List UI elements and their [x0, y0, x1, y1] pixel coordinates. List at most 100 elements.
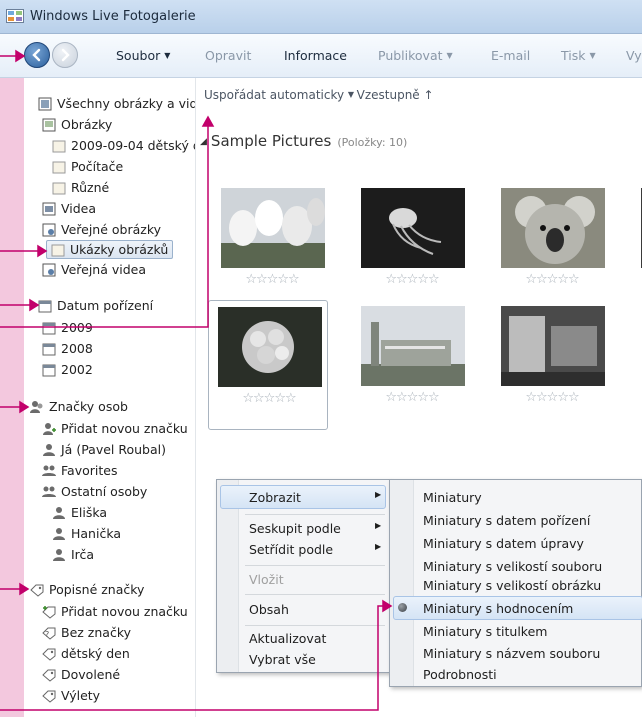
toolbar: Soubor ▼ Opravit Informace Publikovat ▼ E-…	[0, 34, 642, 78]
rating-stars[interactable]: ☆☆☆☆☆	[492, 272, 612, 287]
context-item-zobrazit[interactable]: Zobrazit ▶	[249, 490, 381, 505]
view-item-miniatury[interactable]: Miniatury	[423, 490, 482, 505]
nav-favorites[interactable]: Favorites	[42, 461, 117, 480]
people-group-icon	[42, 486, 56, 497]
folder-icon	[52, 161, 66, 173]
menu-publikovat[interactable]: Publikovat ▼	[378, 48, 453, 63]
no-tag-icon: ?	[42, 627, 56, 640]
nav-tag-detsky-den[interactable]: dětský den	[42, 644, 130, 663]
nav-person-eliska[interactable]: Eliška	[52, 503, 107, 522]
view-item-velikost-souboru[interactable]: Miniatury s velikostí souboru	[423, 559, 602, 574]
context-item-vlozit[interactable]: Vložit	[249, 572, 284, 587]
menu-separator	[245, 594, 385, 595]
nav-pictures[interactable]: Obrázky	[42, 115, 112, 134]
view-item-podrobnosti[interactable]: Podrobnosti	[423, 667, 497, 682]
menu-soubor[interactable]: Soubor ▼	[116, 48, 170, 63]
nav-folder-detsky[interactable]: 2009-09-04 dětský d	[52, 136, 195, 155]
tulips-image	[221, 188, 325, 268]
rating-stars[interactable]: ☆☆☆☆☆	[492, 390, 612, 405]
nav-public-pictures[interactable]: Veřejné obrázky	[42, 220, 161, 239]
nav-add-descriptive-tag[interactable]: Přidat novou značku	[42, 602, 188, 621]
thumbnail-room[interactable]: ☆☆☆☆☆	[492, 300, 612, 430]
koala-image	[501, 188, 605, 268]
nav-all-media[interactable]: Všechny obrázky a vid	[38, 94, 195, 113]
rating-stars[interactable]: ☆☆☆☆☆	[209, 391, 329, 406]
menu-informace[interactable]: Informace	[284, 48, 347, 63]
view-item-titulek[interactable]: Miniatury s titulkem	[423, 624, 547, 639]
tag-icon	[42, 690, 56, 703]
title-bar: Windows Live Fotogalerie	[0, 0, 642, 34]
context-item-setridit[interactable]: Setřídit podle ▶	[249, 542, 381, 557]
context-item-vybrat-vse[interactable]: Vybrat vše	[249, 652, 316, 667]
nav-year-2002[interactable]: 2002	[42, 360, 93, 379]
view-submenu: Miniatury Miniatury s datem pořízení Min…	[389, 479, 642, 687]
navigation-pane: Všechny obrázky a vid Obrázky 2009-09-04…	[24, 78, 196, 717]
person-icon	[43, 443, 55, 456]
menu-tisk[interactable]: Tisk ▼	[561, 48, 596, 63]
back-arrow-icon	[32, 48, 41, 62]
nav-person-hanicka[interactable]: Hanička	[52, 524, 121, 543]
nav-year-2009[interactable]: 2009	[42, 318, 93, 337]
chevron-down-icon: ▼	[164, 51, 171, 60]
thumbnail-tulips[interactable]: ☆☆☆☆☆	[212, 182, 332, 312]
calendar-icon	[42, 343, 56, 355]
nav-videos[interactable]: Videa	[42, 199, 96, 218]
arrow-up-icon: ↑	[423, 88, 434, 102]
view-item-nazev-souboru[interactable]: Miniatury s názvem souboru	[423, 646, 600, 661]
view-item-velikost-obrazku[interactable]: Miniatury s velikostí obrázku	[423, 578, 601, 593]
context-item-obsah[interactable]: Obsah	[249, 602, 289, 617]
view-item-datum-porizeni[interactable]: Miniatury s datem pořízení	[423, 513, 590, 528]
nav-person-me[interactable]: Já (Pavel Roubal)	[42, 440, 166, 459]
buildings-image	[361, 306, 465, 386]
menu-opravit[interactable]: Opravit	[205, 48, 251, 63]
nav-public-videos[interactable]: Veřejná videa	[42, 260, 146, 279]
forward-button[interactable]	[52, 42, 78, 68]
thumbnail-buildings[interactable]: ☆☆☆☆☆	[352, 300, 472, 430]
back-button[interactable]	[24, 42, 50, 68]
thumbnail-partial[interactable]	[632, 182, 642, 312]
rating-stars[interactable]: ☆☆☆☆☆	[212, 272, 332, 287]
sort-dropdown[interactable]: Uspořádat automaticky	[204, 88, 344, 102]
nav-year-2008[interactable]: 2008	[42, 339, 93, 358]
view-item-datum-upravy[interactable]: Miniatury s datem úpravy	[423, 536, 584, 551]
menu-view-truncated[interactable]: Vy	[626, 48, 642, 63]
context-menu: Zobrazit ▶ Seskupit podle ▶ Setřídit podle…	[216, 479, 390, 673]
context-item-aktualizovat[interactable]: Aktualizovat	[249, 631, 326, 646]
thumbnail-jellyfish[interactable]: ☆☆☆☆☆	[352, 182, 472, 312]
nav-folder-pocitace[interactable]: Počítače	[52, 157, 123, 176]
person-icon	[53, 548, 65, 561]
menu-gutter	[390, 480, 414, 686]
nav-person-irca[interactable]: Irča	[52, 545, 94, 564]
nav-other-people[interactable]: Ostatní osoby	[42, 482, 147, 501]
sort-bar: Uspořádat automaticky ▼ Vzestupně ↑	[204, 88, 434, 102]
calendar-icon	[38, 300, 52, 312]
view-item-hodnoceni[interactable]: Miniatury s hodnocením	[423, 601, 573, 616]
public-pictures-icon	[42, 223, 56, 236]
order-toggle[interactable]: Vzestupně	[357, 88, 420, 102]
group-header[interactable]: ◢ Sample Pictures (Položky: 10)	[200, 132, 407, 150]
thumbnail-hydrangeas[interactable]: ☆☆☆☆☆	[208, 300, 328, 430]
nav-date-taken[interactable]: Datum pořízení	[38, 296, 153, 315]
photo-gallery-window: Windows Live Fotogalerie Soubor ▼ Opravit…	[0, 0, 642, 717]
nav-people-tags[interactable]: Značky osob	[30, 397, 128, 416]
folder-icon	[52, 182, 66, 194]
person-icon	[53, 527, 65, 540]
nav-sample-pictures[interactable]: Ukázky obrázků	[46, 240, 174, 259]
nav-folder-ruzne[interactable]: Různé	[52, 178, 109, 197]
calendar-icon	[42, 364, 56, 376]
rating-stars[interactable]: ☆☆☆☆☆	[352, 390, 472, 405]
context-item-seskupit[interactable]: Seskupit podle ▶	[249, 521, 381, 536]
nav-tag-vylety[interactable]: Výlety	[42, 686, 100, 705]
nav-descriptive-tags[interactable]: Popisné značky	[30, 580, 144, 599]
nav-untagged[interactable]: ? Bez značky	[42, 623, 131, 642]
menu-email[interactable]: E-mail	[491, 48, 530, 63]
rating-stars[interactable]: ☆☆☆☆☆	[352, 272, 472, 287]
window-title: Windows Live Fotogalerie	[30, 9, 196, 24]
nav-tag-dovolene[interactable]: Dovolené	[42, 665, 120, 684]
radio-selected-icon	[398, 603, 407, 612]
nav-add-person-tag[interactable]: Přidat novou značku	[42, 419, 188, 438]
thumbnail-koala[interactable]: ☆☆☆☆☆	[492, 182, 612, 312]
menu-separator	[245, 625, 385, 626]
room-image	[501, 306, 605, 386]
tag-icon	[42, 669, 56, 682]
